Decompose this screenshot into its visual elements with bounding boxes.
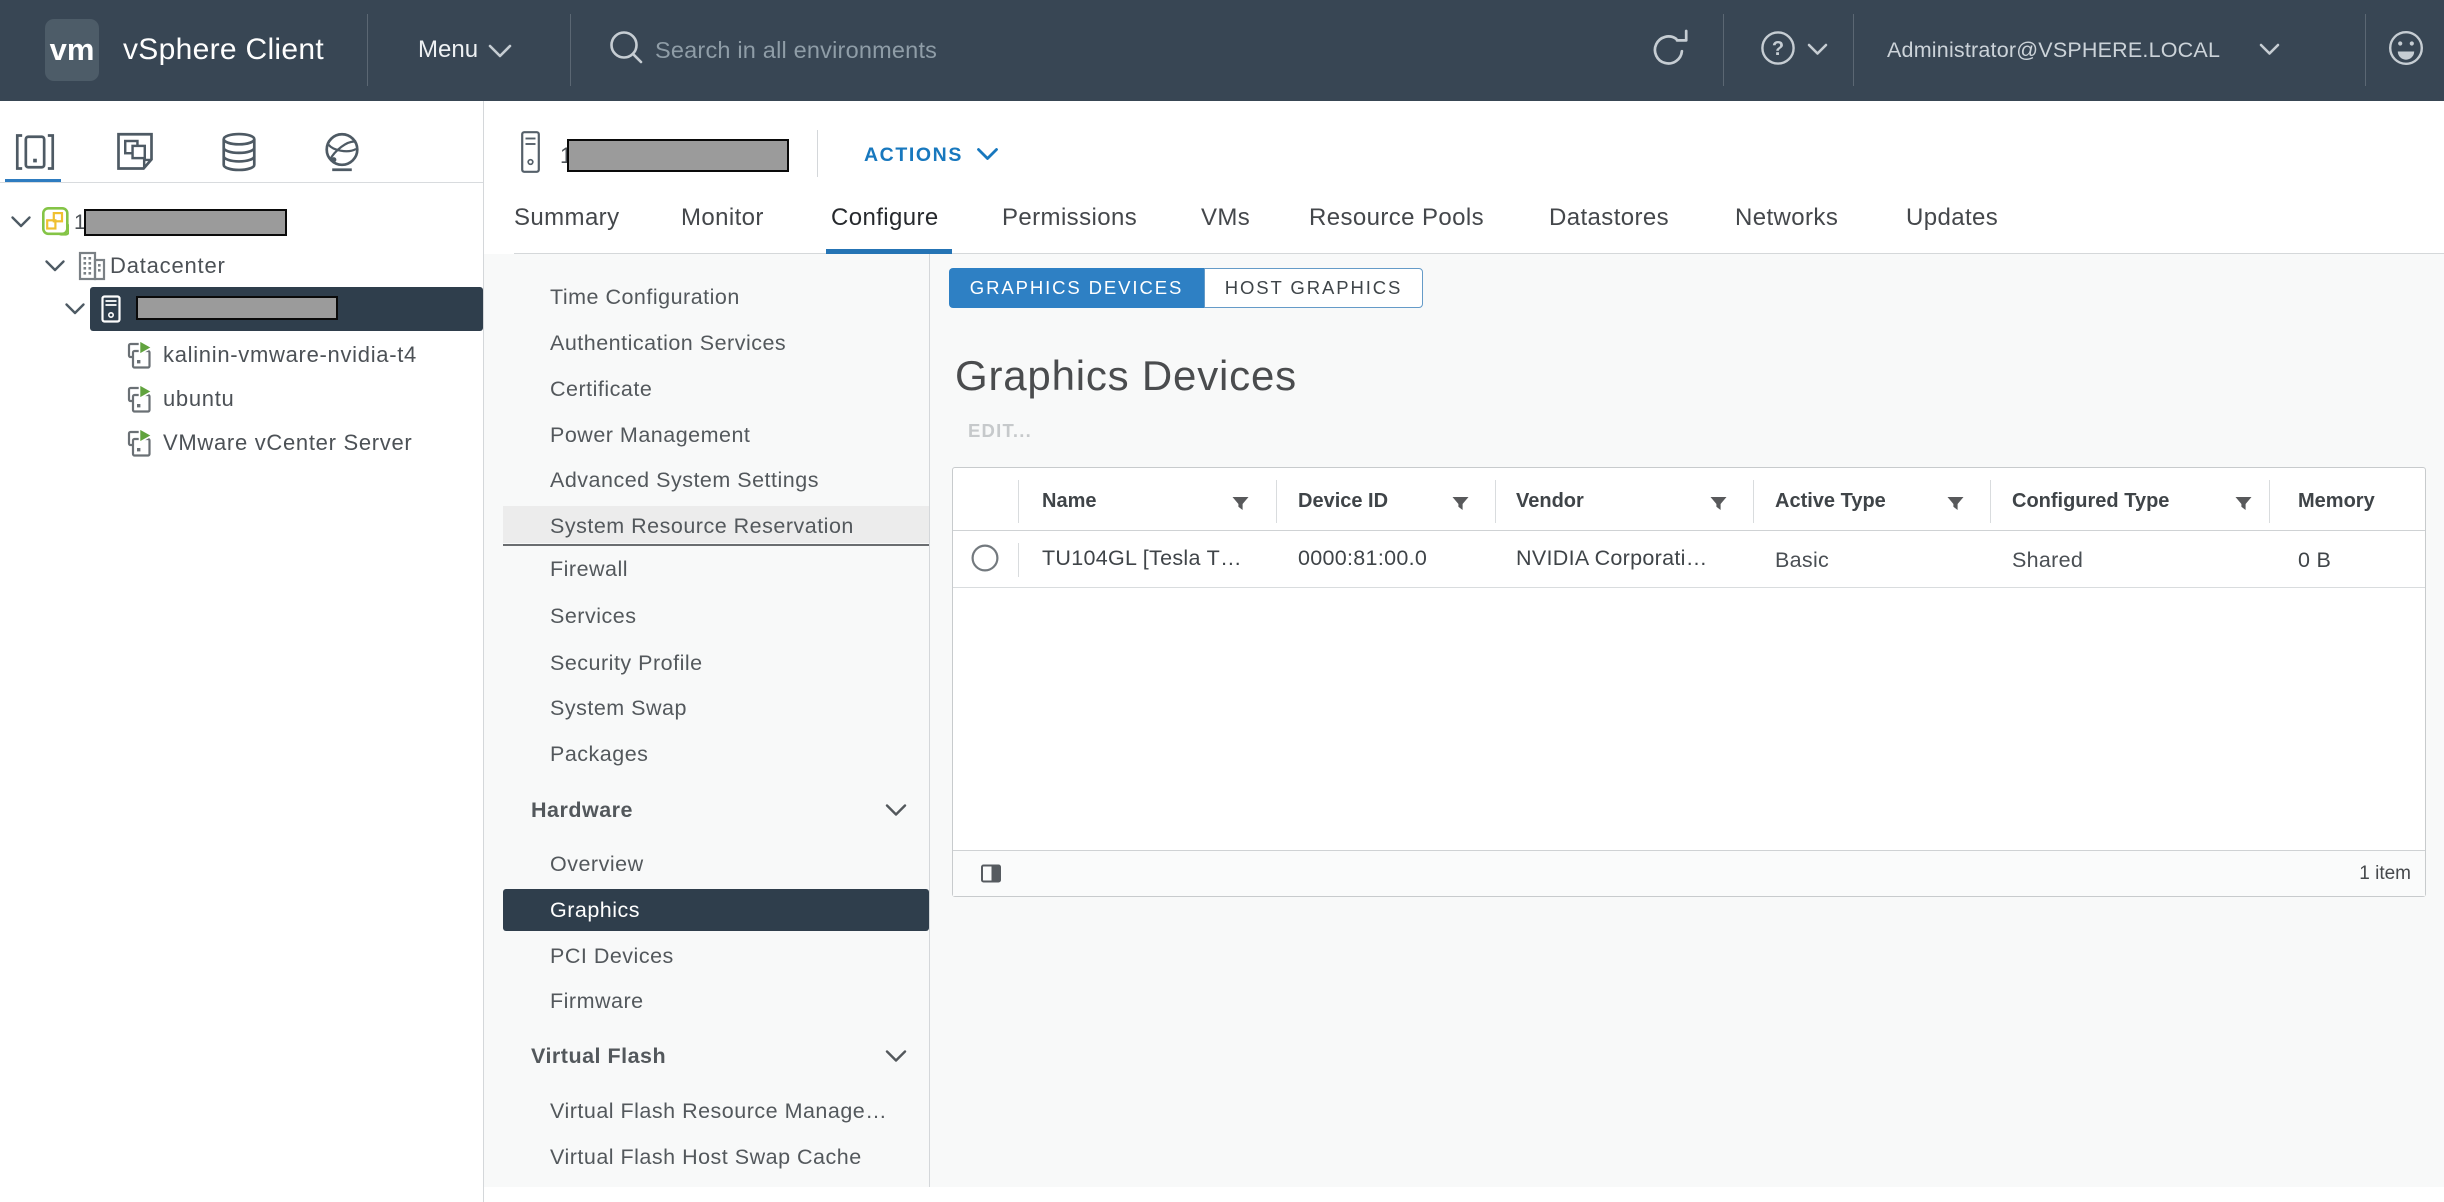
- svg-text:?: ?: [1772, 38, 1784, 60]
